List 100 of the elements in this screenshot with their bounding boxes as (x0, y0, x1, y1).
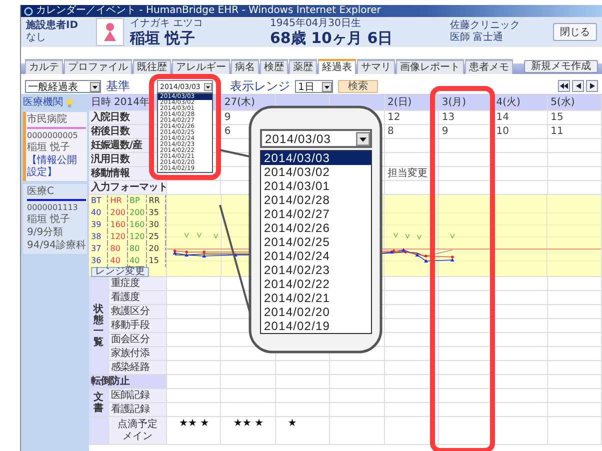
scale-value: 37 (89, 243, 108, 255)
zoomed-date-select[interactable]: 2014/03/03 (260, 129, 372, 148)
scale-header: HR (108, 195, 128, 207)
window-title: カレンダー／イベント - HumanBridge EHR - Windows Internet Explorer (36, 5, 381, 17)
search-button[interactable]: 検索 (338, 80, 378, 93)
table-cell (221, 361, 276, 375)
disclosure-settings-link[interactable]: 【情報公開設定】 (27, 155, 86, 179)
scale-value: 80 (108, 243, 128, 255)
tab[interactable]: 検歴 (260, 59, 288, 74)
scale-value: 120 (108, 231, 128, 243)
patient-number: 0000000005 (27, 130, 79, 141)
table-cell (548, 375, 602, 389)
table-cell (167, 347, 222, 361)
year-label: 2014年 (114, 96, 150, 110)
row-label: 移動手段 (109, 319, 167, 333)
facility-card[interactable]: 医療C 0000001113 稲垣 悦子 9/9分類 94/94診療科 (23, 184, 87, 254)
scale-value: 120 (128, 231, 147, 243)
table-cell (548, 361, 602, 375)
table-cell (330, 361, 384, 375)
table-cell (167, 333, 222, 347)
tab[interactable]: アレルギー (172, 59, 230, 74)
table-cell (493, 375, 548, 389)
table-cell (548, 389, 602, 403)
table-cell (167, 361, 222, 375)
table-cell (221, 375, 276, 389)
zoomed-date-list[interactable]: 2014/03/03 2014/03/02 2014/03/01 2014/02/28 2014/02/27 2014/02/26 2014/02/25 2014/02/24 2014/02/23 2014/02/22 2014/02/21 2014/02/20 2014/02/19 (260, 150, 372, 334)
table-cell (493, 347, 548, 361)
tab[interactable]: 既往歴 (133, 59, 171, 74)
tab[interactable]: プロファイル (64, 59, 132, 74)
doctor-name: 医師 富士通 (450, 32, 504, 44)
row-label: 看護記録 (109, 403, 167, 417)
patient-kana: イナガキ エツコ (130, 18, 204, 30)
tab[interactable]: サマリ (357, 59, 395, 74)
day-header: 4(火) (493, 95, 548, 111)
table-cell (167, 319, 222, 333)
table-cell (221, 403, 276, 417)
row-label: 看護度 (109, 291, 167, 305)
scale-value: 160 (108, 219, 128, 231)
scale-value: 40 (89, 207, 108, 219)
group-label: 文書 (94, 392, 104, 414)
scale-value: 80 (128, 243, 147, 255)
card-note: 9/9分類 (27, 227, 64, 239)
tab[interactable]: カルテ (25, 59, 63, 74)
previous-button[interactable] (572, 80, 584, 92)
table-cell (493, 319, 548, 333)
first-button[interactable] (558, 80, 570, 92)
date-option[interactable]: 2014/03/03 (261, 151, 371, 165)
table-cell (167, 403, 222, 417)
patient-name: 稲垣 悦子 (27, 142, 72, 154)
table-cell (221, 389, 276, 403)
table-cell (493, 291, 548, 305)
table-type-select[interactable]: 一般経過表 (25, 80, 101, 93)
table-cell (493, 389, 548, 403)
range-change-button[interactable]: レンジ変更 (91, 267, 149, 277)
table-cell (330, 389, 384, 403)
row-label: 家族付添 (109, 347, 167, 361)
scale-value: 20 (146, 243, 166, 255)
table-cell (330, 403, 384, 417)
range-label: 表示レンジ (230, 80, 290, 93)
table-cell: 11 (548, 125, 602, 139)
new-memo-button[interactable]: 新規メモ作成 (524, 60, 598, 73)
scale-header: BP (128, 195, 147, 207)
table-cell (276, 389, 330, 403)
person-icon (103, 22, 117, 42)
star-marks: ★ (276, 417, 330, 445)
tab[interactable]: 画像レポート (396, 59, 464, 74)
sidebar-heading: 医療機関 (23, 97, 63, 109)
table-cell: 14 (493, 111, 548, 125)
tab[interactable]: 薬歴 (289, 59, 317, 74)
patient-name: 稲垣 悦子 (130, 30, 196, 46)
table-cell (493, 139, 548, 153)
table-cell (493, 403, 548, 417)
scale-header: BT (89, 195, 108, 207)
scale-header: RR (146, 195, 166, 207)
table-cell (167, 291, 222, 305)
range-select[interactable]: 1日 (295, 80, 333, 93)
clinic-name: 佐藤クリニック (450, 20, 521, 32)
patient-age: 68歳 10ヶ月 6日 (270, 30, 394, 46)
close-button[interactable]: 閉じる (553, 23, 597, 41)
table-cell (167, 305, 222, 319)
facility-name: 医療C (27, 186, 55, 198)
row-label: 転倒防止 (89, 375, 167, 389)
star-marks: ★★ ★ (167, 417, 222, 445)
tab[interactable]: 患者メモ (465, 59, 513, 74)
patient-number: 0000001113 (27, 202, 79, 213)
facility-card[interactable]: 市民病院 0000000005 稲垣 悦子 【情報公開設定】 (23, 112, 87, 181)
facility-name: 市民病院 (27, 114, 68, 126)
next-button[interactable] (586, 80, 598, 92)
tab[interactable]: 病名 (231, 59, 259, 74)
tab[interactable]: 経過表 (318, 59, 356, 74)
table-cell (548, 153, 602, 167)
scale-value: 30 (146, 219, 166, 231)
table-cell (330, 375, 384, 389)
scale-value: 38 (89, 231, 108, 243)
star-marks: ★★ ★ (221, 417, 276, 445)
table-cell (493, 361, 548, 375)
patient-name: 稲垣 悦子 (27, 214, 72, 226)
card-note: 94/94診療科 (27, 240, 86, 252)
double-left-arrow-icon (560, 83, 568, 89)
table-cell (276, 375, 330, 389)
